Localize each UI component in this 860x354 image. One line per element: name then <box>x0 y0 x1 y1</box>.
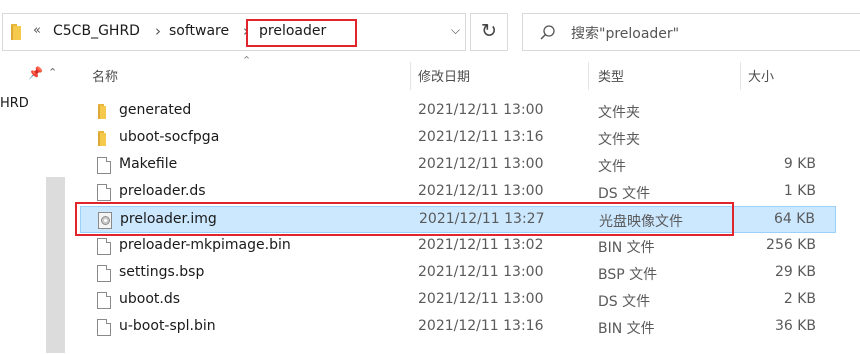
file-size: 1 KB <box>783 183 816 199</box>
highlight-box-current-folder <box>246 19 357 47</box>
file-size: 256 KB <box>766 237 816 253</box>
file-icon <box>97 265 111 282</box>
file-size: 36 KB <box>774 318 816 334</box>
refresh-icon: ↻ <box>481 20 497 42</box>
file-name: generated <box>119 102 192 118</box>
column-header-name[interactable]: 名称 <box>92 66 118 85</box>
file-date: 2021/12/11 13:16 <box>418 129 544 145</box>
column-divider[interactable] <box>410 62 411 90</box>
breadcrumb-item-software[interactable]: software <box>169 23 229 39</box>
column-header-row: ⌃ 名称 修改日期 类型 大小 <box>66 54 860 90</box>
refresh-button[interactable]: ↻ <box>470 13 508 51</box>
file-icon <box>97 319 111 336</box>
file-date: 2021/12/11 13:00 <box>418 102 544 118</box>
file-name: Makefile <box>119 156 178 172</box>
sort-ascending-icon: ⌃ <box>242 54 252 67</box>
file-row[interactable]: preloader-mkpimage.bin 2021/12/11 13:02 … <box>80 233 836 260</box>
column-divider[interactable] <box>588 62 589 90</box>
folder-icon <box>11 24 21 40</box>
file-name: u-boot-spl.bin <box>119 318 216 334</box>
breadcrumb-overflow-button[interactable]: « <box>33 23 41 38</box>
file-name: settings.bsp <box>119 264 205 280</box>
column-header-type[interactable]: 类型 <box>598 66 624 85</box>
highlight-box-selected-file <box>75 202 734 236</box>
file-date: 2021/12/11 13:16 <box>418 318 544 334</box>
file-date: 2021/12/11 13:02 <box>418 237 544 253</box>
search-icon <box>540 25 555 40</box>
column-header-size[interactable]: 大小 <box>748 66 774 85</box>
file-row[interactable]: uboot.ds 2021/12/11 13:00 DS 文件 2 KB <box>80 287 836 314</box>
file-date: 2021/12/11 13:00 <box>418 291 544 307</box>
nav-pane-scrollbar[interactable] <box>46 177 65 353</box>
address-dropdown-icon[interactable]: ⌵ <box>451 23 460 38</box>
file-type: BIN 文件 <box>598 240 655 256</box>
chevron-right-icon[interactable]: › <box>155 22 161 40</box>
file-size: 9 KB <box>783 156 816 172</box>
file-row[interactable]: u-boot-spl.bin 2021/12/11 13:16 BIN 文件 3… <box>80 314 836 341</box>
navigation-pane: 📌 ⌃ HRD <box>0 62 66 354</box>
file-name: preloader.ds <box>119 183 206 199</box>
file-date: 2021/12/11 13:00 <box>418 264 544 280</box>
search-placeholder: 搜索"preloader" <box>571 26 680 42</box>
file-type: 文件 <box>598 159 626 175</box>
file-date: 2021/12/11 13:00 <box>418 156 544 172</box>
pin-icon[interactable]: 📌 <box>28 66 43 80</box>
toolbar: « C5CB_GHRD › software › preloader ⌵ ↻ 搜… <box>0 0 860 62</box>
column-divider[interactable] <box>740 62 741 90</box>
file-icon <box>97 184 111 201</box>
file-icon <box>97 157 111 174</box>
folder-icon <box>97 103 111 120</box>
file-name: uboot.ds <box>119 291 181 307</box>
file-size: 29 KB <box>774 264 816 280</box>
file-row[interactable]: uboot-socfpga 2021/12/11 13:16 文件夹 <box>80 125 836 152</box>
nav-item-label[interactable]: HRD <box>0 96 29 111</box>
address-bar[interactable]: « C5CB_GHRD › software › preloader ⌵ <box>2 13 466 51</box>
file-type: 文件夹 <box>598 132 640 148</box>
search-input[interactable]: 搜索"preloader" <box>522 13 860 51</box>
file-type: DS 文件 <box>598 186 651 202</box>
file-row[interactable]: generated 2021/12/11 13:00 文件夹 <box>80 98 836 125</box>
file-size: 64 KB <box>773 211 815 227</box>
file-size: 2 KB <box>783 291 816 307</box>
file-name: preloader-mkpimage.bin <box>119 237 291 253</box>
breadcrumb-item-c5cb-ghrd[interactable]: C5CB_GHRD <box>53 23 140 39</box>
file-icon <box>97 292 111 309</box>
file-type: BSP 文件 <box>598 267 658 283</box>
file-date: 2021/12/11 13:00 <box>418 183 544 199</box>
file-type: 文件夹 <box>598 105 640 121</box>
file-row[interactable]: Makefile 2021/12/11 13:00 文件 9 KB <box>80 152 836 179</box>
file-type: BIN 文件 <box>598 321 655 337</box>
column-header-date[interactable]: 修改日期 <box>418 66 470 85</box>
file-name: uboot-socfpga <box>119 129 220 145</box>
scroll-up-icon[interactable]: ⌃ <box>48 66 57 79</box>
file-type: DS 文件 <box>598 294 651 310</box>
file-row[interactable]: settings.bsp 2021/12/11 13:00 BSP 文件 29 … <box>80 260 836 287</box>
file-icon <box>97 238 111 255</box>
folder-icon <box>97 130 111 147</box>
